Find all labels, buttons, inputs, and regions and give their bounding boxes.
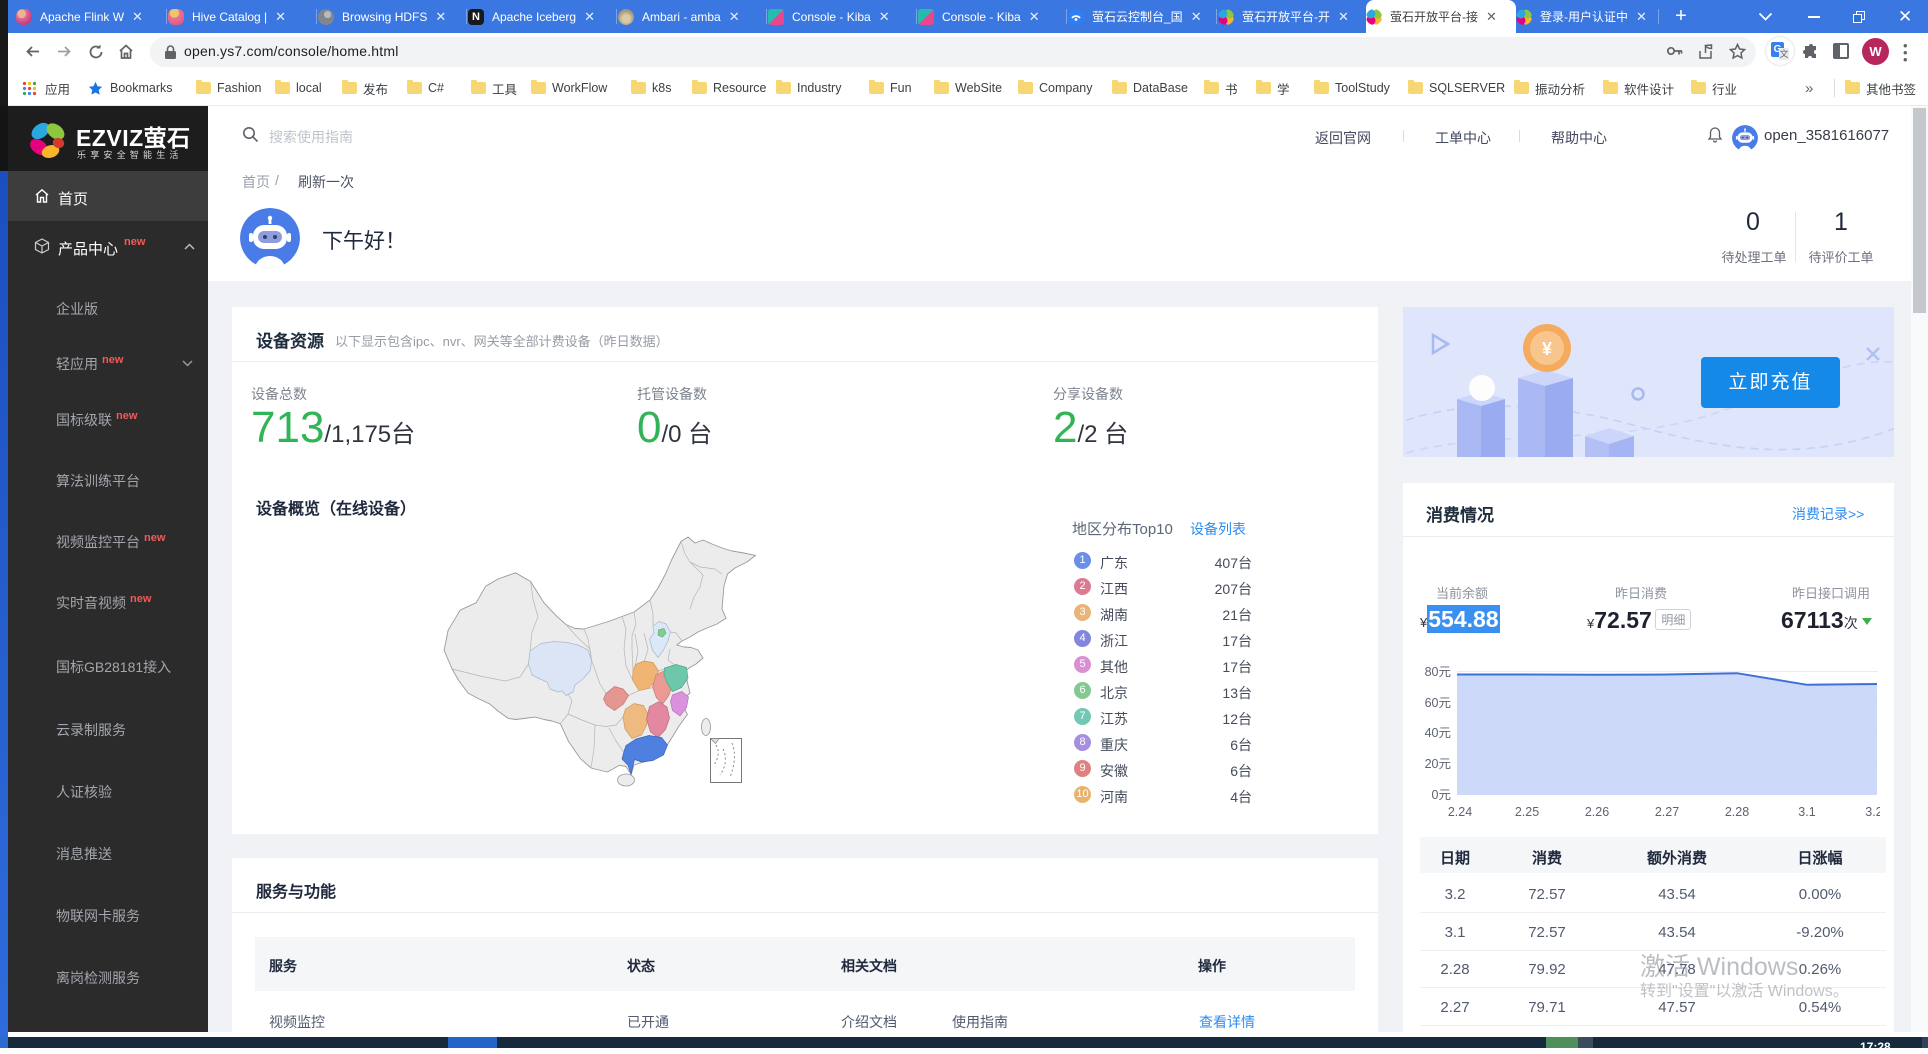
- svg-text:20元: 20元: [1425, 757, 1451, 771]
- svg-text:3.1: 3.1: [1798, 805, 1815, 819]
- svg-text:60元: 60元: [1425, 696, 1451, 710]
- svg-text:0元: 0元: [1432, 788, 1451, 802]
- svg-text:2.27: 2.27: [1655, 805, 1679, 819]
- svg-text:80元: 80元: [1425, 665, 1451, 679]
- svg-text:2.28: 2.28: [1725, 805, 1749, 819]
- svg-text:2.24: 2.24: [1448, 805, 1472, 819]
- svg-text:2.26: 2.26: [1585, 805, 1609, 819]
- svg-text:40元: 40元: [1425, 726, 1451, 740]
- svg-text:3.2: 3.2: [1865, 805, 1880, 819]
- svg-text:2.25: 2.25: [1515, 805, 1539, 819]
- svg-text:¥: ¥: [1542, 339, 1552, 359]
